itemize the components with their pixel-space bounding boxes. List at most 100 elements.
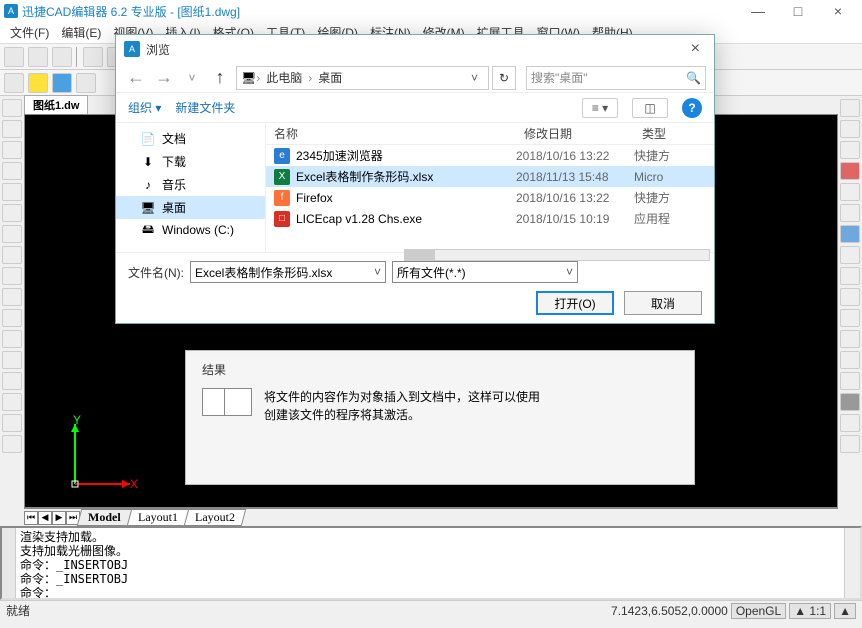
mod-align-icon[interactable] — [840, 435, 860, 453]
refresh-button[interactable]: ↻ — [492, 66, 516, 90]
chevron-down-icon[interactable]: ˅ — [374, 265, 381, 279]
open-button[interactable]: 打开(O) — [536, 291, 614, 315]
mod-chamfer-icon[interactable] — [840, 372, 860, 390]
view-mode-button[interactable]: ≡ ▾ — [582, 98, 618, 118]
tool-text-icon[interactable] — [2, 267, 22, 285]
mod-extend-icon[interactable] — [840, 309, 860, 327]
window-close-button[interactable]: × — [818, 3, 858, 19]
search-icon[interactable]: 🔍 — [686, 71, 701, 85]
menu-edit[interactable]: 编辑(E) — [55, 22, 107, 43]
cmd-scrollbar[interactable] — [844, 528, 860, 598]
mod-explode-icon[interactable] — [840, 393, 860, 411]
file-date: 2018/10/16 13:22 — [516, 149, 634, 163]
mod-mirror-icon[interactable] — [840, 183, 860, 201]
tb-layer-icon[interactable] — [4, 73, 24, 93]
col-type[interactable]: 类型 — [634, 125, 714, 142]
tool-poly-icon[interactable] — [2, 183, 22, 201]
mod-rotate-icon[interactable] — [840, 141, 860, 159]
tool-line-icon[interactable] — [2, 99, 22, 117]
mod-trim-icon[interactable] — [840, 288, 860, 306]
mod-offset-icon[interactable] — [840, 204, 860, 222]
sidebar-item[interactable]: ⬇下载 — [116, 150, 265, 173]
mod-break-icon[interactable] — [840, 330, 860, 348]
cancel-button[interactable]: 取消 — [624, 291, 702, 315]
layout-tab-1[interactable]: Layout1 — [126, 509, 189, 526]
preview-pane-button[interactable]: ◫ — [632, 98, 668, 118]
tool-circle-icon[interactable] — [2, 141, 22, 159]
file-row[interactable]: fFirefox2018/10/16 13:22快捷方 — [266, 187, 714, 208]
sidebar-item[interactable]: 📄文档 — [116, 127, 265, 150]
result-heading: 结果 — [202, 361, 678, 378]
mod-join-icon[interactable] — [840, 414, 860, 432]
breadcrumb-desktop[interactable]: 桌面 — [312, 69, 348, 86]
col-date[interactable]: 修改日期 — [516, 125, 634, 142]
breadcrumb[interactable]: 🖥 › 此电脑 › 桌面 ˅ — [236, 66, 489, 90]
sidebar-item[interactable]: 🖴Windows (C:) — [116, 219, 265, 241]
command-window[interactable]: 渲染支持加载。 支持加载光栅图像。 命令：_INSERTOBJ 命令：_INSE… — [0, 526, 862, 600]
nav-back-icon[interactable]: ← — [124, 66, 148, 90]
layout-tab-model[interactable]: Model — [77, 509, 132, 526]
file-row[interactable]: □LICEcap v1.28 Chs.exe2018/10/15 10:19应用… — [266, 208, 714, 229]
tool-table-icon[interactable] — [2, 372, 22, 390]
nav-up-icon[interactable]: ↑ — [208, 66, 232, 90]
breadcrumb-pc-icon[interactable]: 🖥 — [241, 71, 256, 85]
layout-tab-2[interactable]: Layout2 — [183, 509, 246, 526]
tool-arc-icon[interactable] — [2, 120, 22, 138]
mod-array-icon[interactable] — [840, 225, 860, 243]
status-extra[interactable]: ▲ — [834, 603, 856, 619]
tb-open-icon[interactable] — [28, 47, 48, 67]
new-folder-button[interactable]: 新建文件夹 — [175, 99, 235, 116]
search-input[interactable]: 搜索"桌面" 🔍 — [526, 66, 706, 90]
window-maximize-button[interactable]: □ — [778, 3, 818, 19]
tb-new-icon[interactable] — [4, 47, 24, 67]
sidebar-item[interactable]: ♪音乐 — [116, 173, 265, 196]
organize-menu[interactable]: 组织 ▾ — [128, 99, 161, 116]
tool-misc3-icon[interactable] — [2, 435, 22, 453]
list-header[interactable]: 名称 修改日期 类型 — [266, 123, 714, 145]
layout-nav-first-icon[interactable]: ⏮ — [24, 511, 38, 525]
cmd-grip-icon[interactable] — [2, 528, 16, 598]
status-scale[interactable]: ▲ 1:1 — [789, 603, 831, 619]
dialog-titlebar[interactable]: A 浏览 × — [116, 35, 714, 63]
tb-bulb-icon[interactable] — [28, 73, 48, 93]
menu-file[interactable]: 文件(F) — [4, 22, 55, 43]
tool-misc1-icon[interactable] — [2, 393, 22, 411]
tb-print-icon[interactable] — [83, 47, 103, 67]
mod-scale-icon[interactable] — [840, 246, 860, 264]
tool-region-icon[interactable] — [2, 351, 22, 369]
mod-copy-icon[interactable] — [840, 120, 860, 138]
file-row[interactable]: e2345加速浏览器2018/10/16 13:22快捷方 — [266, 145, 714, 166]
tool-spline-icon[interactable] — [2, 225, 22, 243]
breadcrumb-dropdown-icon[interactable]: ˅ — [465, 71, 484, 85]
breadcrumb-pc[interactable]: 此电脑 — [260, 69, 308, 86]
tool-misc2-icon[interactable] — [2, 414, 22, 432]
command-text[interactable]: 渲染支持加载。 支持加载光栅图像。 命令：_INSERTOBJ 命令：_INSE… — [16, 528, 844, 598]
file-row[interactable]: XExcel表格制作条形码.xlsx2018/11/13 15:48Micro — [266, 166, 714, 187]
mod-stretch-icon[interactable] — [840, 267, 860, 285]
doc-tab[interactable]: 图纸1.dw — [24, 95, 88, 114]
chevron-down-icon[interactable]: ˅ — [566, 265, 573, 279]
tool-block-icon[interactable] — [2, 309, 22, 327]
tool-point-icon[interactable] — [2, 330, 22, 348]
tool-ellipse-icon[interactable] — [2, 204, 22, 222]
tb-color-icon[interactable] — [52, 73, 72, 93]
mod-move-icon[interactable] — [840, 99, 860, 117]
filename-input[interactable]: Excel表格制作条形码.xlsx ˅ — [190, 261, 386, 283]
list-h-scrollbar[interactable] — [404, 249, 710, 252]
nav-recent-icon[interactable]: ˅ — [180, 66, 204, 90]
filetype-select[interactable]: 所有文件(*.*) ˅ — [392, 261, 578, 283]
dialog-close-button[interactable]: × — [685, 40, 706, 58]
window-minimize-button[interactable]: — — [738, 3, 778, 19]
mod-fillet-icon[interactable] — [840, 351, 860, 369]
tb-misc-icon[interactable] — [76, 73, 96, 93]
tool-dim-icon[interactable] — [2, 288, 22, 306]
layout-nav-prev-icon[interactable]: ◀ — [38, 511, 52, 525]
tool-hatch-icon[interactable] — [2, 246, 22, 264]
tool-rect-icon[interactable] — [2, 162, 22, 180]
layout-nav-next-icon[interactable]: ▶ — [52, 511, 66, 525]
col-name[interactable]: 名称 — [266, 125, 516, 142]
sidebar-item[interactable]: 🖥桌面 — [116, 196, 265, 219]
mod-erase-icon[interactable] — [840, 162, 860, 180]
help-icon[interactable]: ? — [682, 98, 702, 118]
tb-save-icon[interactable] — [52, 47, 72, 67]
